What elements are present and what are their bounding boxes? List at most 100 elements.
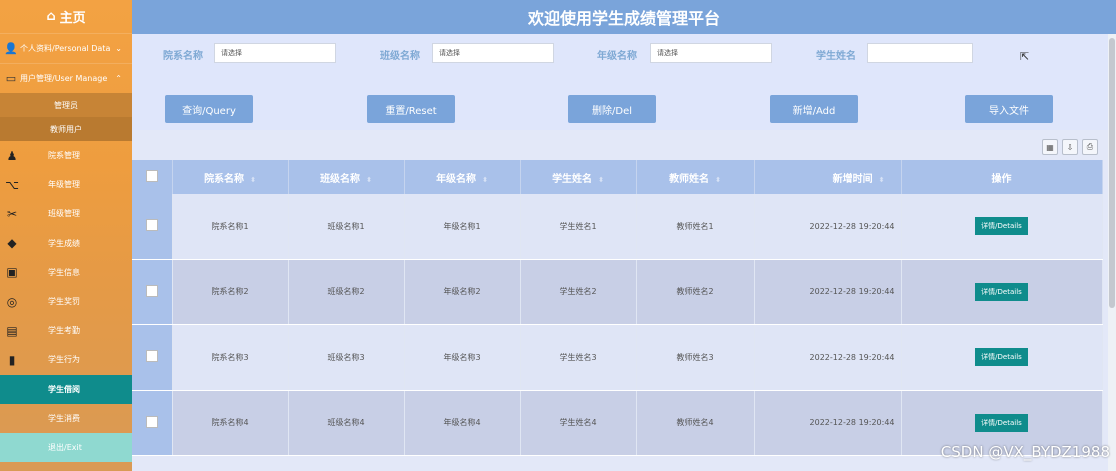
scrollbar-thumb[interactable] (1109, 38, 1115, 308)
sidebar-item-score[interactable]: ◆ 学生成绩 (0, 229, 132, 258)
select-all-checkbox[interactable] (145, 169, 158, 182)
row-actions-cell: 详情/Details (901, 194, 1103, 260)
sort-icon: ⬍ (878, 175, 885, 184)
column-header[interactable]: 班级名称 ⬍ (288, 160, 405, 194)
door-icon: ▮ (8, 352, 16, 367)
tree-icon: ⌥ (5, 177, 19, 192)
grade-select[interactable]: 请选择 (650, 43, 772, 63)
columns-icon[interactable]: ▦ (1042, 139, 1058, 155)
select-all-cell[interactable] (132, 160, 173, 194)
chevron-up-icon: ⌃ (115, 74, 122, 83)
sidebar-item-reward[interactable]: ◎ 学生奖罚 (0, 287, 132, 316)
mouse-cursor-icon: ⇱ (1020, 50, 1030, 63)
details-button[interactable]: 详情/Details (975, 282, 1028, 301)
sidebar-sub-teacher[interactable]: 教师用户 (0, 117, 132, 141)
table-cell: 教师姓名3 (636, 324, 755, 391)
row-select-cell[interactable] (132, 324, 173, 391)
table-cell: 学生姓名1 (520, 194, 637, 260)
column-header[interactable]: 教师姓名 ⬍ (636, 160, 755, 194)
tag-icon: ◆ (7, 236, 17, 251)
details-button[interactable]: 详情/Details (975, 217, 1028, 236)
sidebar-item-grade[interactable]: ⌥ 年级管理 (0, 170, 132, 199)
table-cell: 班级名称2 (288, 259, 405, 325)
column-header[interactable]: 院系名称 ⬍ (172, 160, 289, 194)
data-table-panel: ▦ ⇩ ⎙ 院系名称 ⬍ 班级名称 ⬍ 年级名称 ⬍ 学生姓名 ⬍ 教师姓名 ⬍ 新增时间… (132, 130, 1116, 471)
sidebar-user-manage-label: 用户管理/User Manage (20, 74, 108, 83)
delete-button[interactable]: 删除/Del (568, 95, 656, 123)
table-cell: 班级名称4 (288, 390, 405, 456)
table-cell: 学生姓名3 (520, 324, 637, 391)
reset-button[interactable]: 重置/Reset (367, 95, 455, 123)
monitor-icon: ▭ (5, 72, 17, 85)
sidebar-item-department[interactable]: ♟ 院系管理 (0, 141, 132, 170)
column-header[interactable]: 新增时间 ⬍ (754, 160, 902, 194)
sidebar-item-borrow[interactable]: 学生借阅 (0, 374, 132, 404)
sort-icon: ⬍ (715, 175, 721, 184)
table-cell: 年级名称1 (404, 194, 521, 260)
column-header[interactable]: 学生姓名 ⬍ (520, 160, 637, 194)
planet-icon: ◎ (6, 294, 18, 309)
row-checkbox[interactable] (145, 415, 158, 428)
row-select-cell[interactable] (132, 390, 173, 456)
column-header: 操作 (901, 160, 1103, 194)
row-select-cell[interactable] (132, 194, 173, 260)
row-actions-cell: 详情/Details (901, 259, 1103, 325)
row-checkbox[interactable] (145, 350, 158, 363)
sidebar-item-exit[interactable]: 退出/Exit (0, 432, 132, 463)
table-cell: 2022-12-28 19:20:44 (754, 259, 902, 325)
table-cell: 院系名称4 (172, 390, 289, 456)
row-select-cell[interactable] (132, 259, 173, 325)
sidebar-item-attendance[interactable]: ▤ 学生考勤 (0, 316, 132, 345)
table-header-row: 院系名称 ⬍ 班级名称 ⬍ 年级名称 ⬍ 学生姓名 ⬍ 教师姓名 ⬍ 新增时间 ⬍ 操作 (132, 160, 1103, 194)
details-button[interactable]: 详情/Details (975, 413, 1028, 432)
sidebar-item-label: 院系管理 (48, 151, 80, 161)
sidebar: ⌂ 主页 👤 个人资料/Personal Data ⌄ ▭ 用户管理/User … (0, 0, 132, 471)
table-row: 院系名称1 班级名称1 年级名称1 学生姓名1 教师姓名1 2022-12-28 19:2… (132, 194, 1103, 260)
table-cell: 教师姓名4 (636, 390, 755, 456)
sidebar-item-label: 学生行为 (48, 355, 80, 365)
sidebar-item-label: 退出/Exit (48, 442, 82, 452)
import-button[interactable]: 导入文件 (965, 95, 1053, 123)
add-button[interactable]: 新增/Add (770, 95, 858, 123)
details-button[interactable]: 详情/Details (975, 348, 1028, 367)
table-cell: 教师姓名1 (636, 194, 755, 260)
student-name-label: 学生姓名 (816, 51, 856, 62)
page-title: 欢迎使用学生成绩管理平台 (132, 0, 1116, 34)
row-checkbox[interactable] (145, 219, 158, 232)
print-icon[interactable]: ⎙ (1082, 139, 1098, 155)
sidebar-item-label: 学生信息 (48, 267, 80, 277)
user-icon: 👤 (4, 42, 18, 55)
sidebar-personal-data[interactable]: 👤 个人资料/Personal Data ⌄ (0, 33, 132, 63)
table-row: 院系名称3 班级名称3 年级名称3 学生姓名3 教师姓名3 2022-12-28 19:2… (132, 324, 1103, 391)
tools-icon: ✂ (6, 206, 18, 221)
data-table: 院系名称 ⬍ 班级名称 ⬍ 年级名称 ⬍ 学生姓名 ⬍ 教师姓名 ⬍ 新增时间 ⬍ 操作 院… (132, 160, 1103, 456)
sidebar-item-label: 学生消费 (48, 413, 80, 423)
export-icon[interactable]: ⇩ (1062, 139, 1078, 155)
sidebar-user-manage[interactable]: ▭ 用户管理/User Manage ⌃ (0, 63, 132, 93)
sidebar-item-class[interactable]: ✂ 班级管理 (0, 199, 132, 228)
sidebar-item-behavior[interactable]: ▮ 学生行为 (0, 345, 132, 374)
sort-icon: ⬍ (482, 175, 488, 184)
department-select[interactable]: 请选择 (214, 43, 336, 63)
class-label: 班级名称 (380, 51, 420, 62)
table-cell: 班级名称3 (288, 324, 405, 391)
sidebar-item-consume[interactable]: 学生消费 (0, 404, 132, 433)
row-actions-cell: 详情/Details (901, 324, 1103, 391)
sidebar-sub-admin[interactable]: 管理员 (0, 93, 132, 117)
sidebar-home[interactable]: ⌂ 主页 (0, 0, 132, 33)
sidebar-item-label: 学生借阅 (48, 384, 80, 394)
table-cell: 年级名称4 (404, 390, 521, 456)
student-name-input[interactable] (867, 43, 973, 63)
query-button[interactable]: 查询/Query (165, 95, 253, 123)
row-checkbox[interactable] (145, 284, 158, 297)
sidebar-item-info[interactable]: ▣ 学生信息 (0, 258, 132, 287)
table-cell: 年级名称3 (404, 324, 521, 391)
table-cell: 院系名称3 (172, 324, 289, 391)
sort-icon: ⬍ (598, 175, 604, 184)
table-cell: 班级名称1 (288, 194, 405, 260)
column-header[interactable]: 年级名称 ⬍ (404, 160, 521, 194)
table-cell: 2022-12-28 19:20:44 (754, 194, 902, 260)
sort-icon: ⬍ (366, 175, 372, 184)
class-select[interactable]: 请选择 (432, 43, 554, 63)
table-cell: 2022-12-28 19:20:44 (754, 390, 902, 456)
